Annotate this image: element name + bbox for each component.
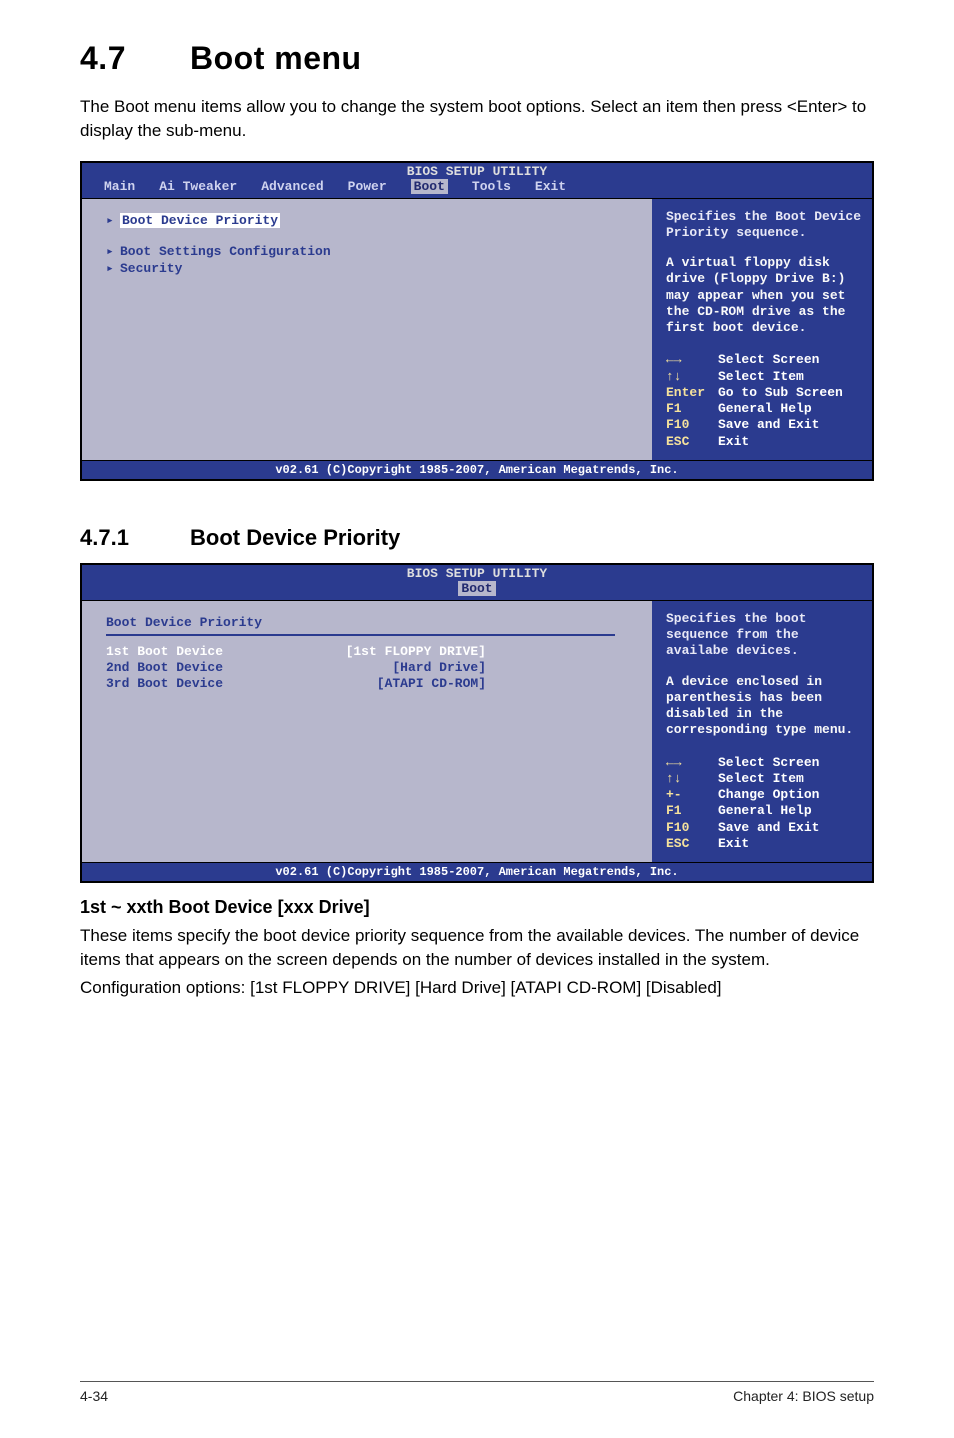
bios-body: Boot Device Priority 1st Boot Device [1s… — [82, 600, 872, 862]
nav-row: ←→Select Screen — [666, 755, 862, 771]
tab-exit[interactable]: Exit — [535, 179, 566, 194]
page-number: 4-34 — [80, 1388, 108, 1404]
nav-value: Save and Exit — [718, 417, 819, 433]
nav-key: ←→ — [666, 755, 718, 771]
nav-value: General Help — [718, 401, 812, 417]
device-value: [1st FLOPPY DRIVE] — [346, 644, 486, 659]
nav-row: ESCExit — [666, 434, 862, 450]
section-number: 4.7 — [80, 40, 190, 77]
nav-help-block: ←→Select Screen ↑↓Select Item +-Change O… — [666, 755, 862, 853]
nav-key: ESC — [666, 836, 718, 852]
item-title: 1st ~ xxth Boot Device [xxx Drive] — [80, 897, 874, 918]
bios-left-panel: Boot Device Priority 1st Boot Device [1s… — [82, 601, 654, 862]
menu-item-label: Boot Device Priority — [120, 213, 280, 228]
nav-help-block: ←→Select Screen ↑↓Select Item EnterGo to… — [666, 352, 862, 450]
tab-ai-tweaker[interactable]: Ai Tweaker — [159, 179, 237, 194]
nav-row: ↑↓Select Item — [666, 771, 862, 787]
intro-paragraph: The Boot menu items allow you to change … — [80, 95, 874, 143]
nav-value: Save and Exit — [718, 820, 819, 836]
nav-key: F10 — [666, 417, 718, 433]
boot-device-3[interactable]: 3rd Boot Device [ATAPI CD-ROM] — [106, 676, 486, 691]
spacer — [106, 230, 642, 244]
help-text-secondary: A virtual floppy disk drive (Floppy Driv… — [666, 255, 862, 336]
nav-row: ESCExit — [666, 836, 862, 852]
nav-key: F1 — [666, 401, 718, 417]
device-value: [Hard Drive] — [392, 660, 486, 675]
boot-device-2[interactable]: 2nd Boot Device [Hard Drive] — [106, 660, 486, 675]
nav-key: ↑↓ — [666, 369, 718, 385]
boot-device-list: 1st Boot Device [1st FLOPPY DRIVE] 2nd B… — [106, 644, 642, 691]
tab-boot[interactable]: Boot — [458, 581, 495, 596]
nav-row: F10Save and Exit — [666, 820, 862, 836]
nav-row: F10Save and Exit — [666, 417, 862, 433]
item-paragraph-1: These items specify the boot device prio… — [80, 924, 874, 972]
nav-key: F10 — [666, 820, 718, 836]
nav-row: F1General Help — [666, 803, 862, 819]
tab-boot[interactable]: Boot — [411, 179, 448, 194]
device-label: 1st Boot Device — [106, 644, 306, 659]
nav-key: ESC — [666, 434, 718, 450]
bios-help-panel: Specifies the Boot Device Priority seque… — [654, 199, 872, 460]
tab-advanced[interactable]: Advanced — [261, 179, 323, 194]
device-value: [ATAPI CD-ROM] — [377, 676, 486, 691]
divider — [106, 634, 615, 636]
bios-body: ▸ Boot Device Priority ▸ Boot Settings C… — [82, 198, 872, 460]
nav-value: Select Screen — [718, 352, 819, 368]
subsection-number: 4.7.1 — [80, 525, 190, 551]
page-footer: 4-34 Chapter 4: BIOS setup — [80, 1381, 874, 1404]
bios-screen-boot-device-priority: BIOS SETUP UTILITY Boot Boot Device Prio… — [80, 563, 874, 883]
device-label: 3rd Boot Device — [106, 676, 306, 691]
section-name: Boot menu — [190, 40, 362, 76]
bios-screen-boot-menu: BIOS SETUP UTILITY Main Ai Tweaker Advan… — [80, 161, 874, 481]
nav-key: ←→ — [666, 352, 718, 368]
subsection-title: 4.7.1Boot Device Priority — [80, 525, 874, 551]
help-text-primary: Specifies the boot sequence from the ava… — [666, 611, 862, 660]
bios-help-panel: Specifies the boot sequence from the ava… — [654, 601, 872, 862]
menu-item-label: Boot Settings Configuration — [120, 244, 331, 259]
tab-main[interactable]: Main — [104, 179, 135, 194]
nav-key: +- — [666, 787, 718, 803]
menu-item-boot-settings-configuration[interactable]: ▸ Boot Settings Configuration — [106, 244, 642, 259]
nav-row: ←→Select Screen — [666, 352, 862, 368]
nav-row: F1General Help — [666, 401, 862, 417]
bios-menu-tabs: Boot — [82, 581, 872, 600]
bios-title: BIOS SETUP UTILITY — [82, 163, 872, 179]
submenu-arrow-icon: ▸ — [106, 261, 120, 276]
panel-heading: Boot Device Priority — [106, 615, 642, 630]
item-paragraph-2: Configuration options: [1st FLOPPY DRIVE… — [80, 976, 874, 1000]
bios-menu-tabs: Main Ai Tweaker Advanced Power Boot Tool… — [82, 179, 872, 198]
section-title: 4.7Boot menu — [80, 40, 874, 77]
help-text-secondary: A device enclosed in parenthesis has bee… — [666, 674, 862, 739]
nav-row: EnterGo to Sub Screen — [666, 385, 862, 401]
nav-row: ↑↓Select Item — [666, 369, 862, 385]
tab-tools[interactable]: Tools — [472, 179, 511, 194]
menu-item-label: Security — [120, 261, 182, 276]
nav-value: Select Screen — [718, 755, 819, 771]
menu-item-security[interactable]: ▸ Security — [106, 261, 642, 276]
nav-value: General Help — [718, 803, 812, 819]
nav-value: Exit — [718, 434, 749, 450]
subsection-name: Boot Device Priority — [190, 525, 400, 550]
bios-footer: v02.61 (C)Copyright 1985-2007, American … — [82, 460, 872, 479]
submenu-arrow-icon: ▸ — [106, 213, 120, 228]
menu-item-boot-device-priority[interactable]: ▸ Boot Device Priority — [106, 213, 642, 228]
nav-key: ↑↓ — [666, 771, 718, 787]
nav-value: Select Item — [718, 771, 804, 787]
bios-left-panel: ▸ Boot Device Priority ▸ Boot Settings C… — [82, 199, 654, 460]
device-label: 2nd Boot Device — [106, 660, 306, 675]
tab-power[interactable]: Power — [348, 179, 387, 194]
bios-footer: v02.61 (C)Copyright 1985-2007, American … — [82, 862, 872, 881]
submenu-arrow-icon: ▸ — [106, 244, 120, 259]
chapter-label: Chapter 4: BIOS setup — [733, 1388, 874, 1404]
nav-value: Select Item — [718, 369, 804, 385]
nav-key: Enter — [666, 385, 718, 401]
nav-row: +-Change Option — [666, 787, 862, 803]
nav-value: Change Option — [718, 787, 819, 803]
bios-title: BIOS SETUP UTILITY — [82, 565, 872, 581]
boot-device-1[interactable]: 1st Boot Device [1st FLOPPY DRIVE] — [106, 644, 486, 659]
nav-key: F1 — [666, 803, 718, 819]
nav-value: Go to Sub Screen — [718, 385, 843, 401]
nav-value: Exit — [718, 836, 749, 852]
help-text-primary: Specifies the Boot Device Priority seque… — [666, 209, 862, 242]
